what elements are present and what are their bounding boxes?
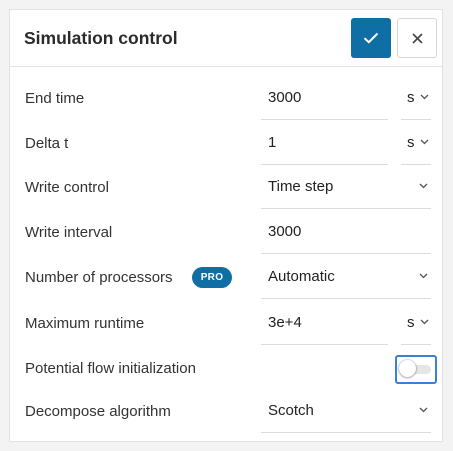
maximum-runtime-unit-select[interactable]: s [401, 303, 431, 345]
simulation-control-panel: Simulation control End time 3000 s Delta… [9, 9, 443, 442]
maximum-runtime-value: 3e+4 [268, 314, 302, 331]
write-interval-row: Write interval 3000 [10, 212, 442, 257]
potential-flow-label: Potential flow initialization [25, 360, 196, 377]
maximum-runtime-input[interactable]: 3e+4 [261, 303, 388, 345]
toggle-knob [399, 360, 416, 377]
write-interval-value: 3000 [268, 223, 302, 240]
end-time-unit: s [407, 89, 415, 106]
panel-header: Simulation control [10, 10, 442, 67]
chevron-down-icon [419, 183, 428, 189]
end-time-unit-select[interactable]: s [401, 78, 431, 120]
maximum-runtime-row: Maximum runtime 3e+4 s [10, 303, 442, 348]
chevron-down-icon [419, 407, 428, 413]
write-control-row: Write control Time step [10, 167, 442, 212]
check-icon [363, 32, 379, 44]
end-time-input[interactable]: 3000 [261, 78, 388, 120]
chevron-down-icon [420, 139, 429, 145]
maximum-runtime-label: Maximum runtime [25, 315, 145, 332]
delta-t-unit-select[interactable]: s [401, 123, 431, 165]
maximum-runtime-unit: s [407, 314, 415, 331]
potential-flow-toggle[interactable] [395, 355, 437, 384]
end-time-label: End time [25, 90, 85, 107]
delta-t-row: Delta t 1 s [10, 123, 442, 168]
panel-title: Simulation control [24, 28, 178, 48]
write-control-select[interactable]: Time step [261, 167, 431, 209]
decompose-algorithm-label: Decompose algorithm [25, 403, 171, 420]
write-control-label: Write control [25, 179, 109, 196]
number-of-processors-select[interactable]: Automatic [261, 257, 431, 299]
write-control-value: Time step [268, 178, 334, 195]
close-icon [411, 32, 423, 44]
delta-t-label: Delta t [25, 135, 69, 152]
delta-t-input[interactable]: 1 [261, 123, 388, 165]
number-of-processors-row: Number of processors PRO Automatic [10, 257, 442, 302]
delta-t-value: 1 [268, 134, 277, 151]
end-time-row: End time 3000 s [10, 78, 442, 123]
delta-t-unit: s [407, 134, 415, 151]
number-of-processors-value: Automatic [268, 268, 335, 285]
pro-badge: PRO [192, 267, 232, 288]
chevron-down-icon [420, 319, 429, 325]
end-time-value: 3000 [268, 89, 302, 106]
decompose-algorithm-row: Decompose algorithm Scotch [10, 391, 442, 436]
number-of-processors-label: Number of processors [25, 269, 173, 286]
write-interval-label: Write interval [25, 224, 113, 241]
decompose-algorithm-select[interactable]: Scotch [261, 391, 431, 433]
decompose-algorithm-value: Scotch [268, 402, 314, 419]
confirm-button[interactable] [351, 18, 391, 58]
chevron-down-icon [420, 94, 429, 100]
write-interval-input[interactable]: 3000 [261, 212, 431, 254]
close-button[interactable] [397, 18, 437, 58]
chevron-down-icon [419, 273, 428, 279]
